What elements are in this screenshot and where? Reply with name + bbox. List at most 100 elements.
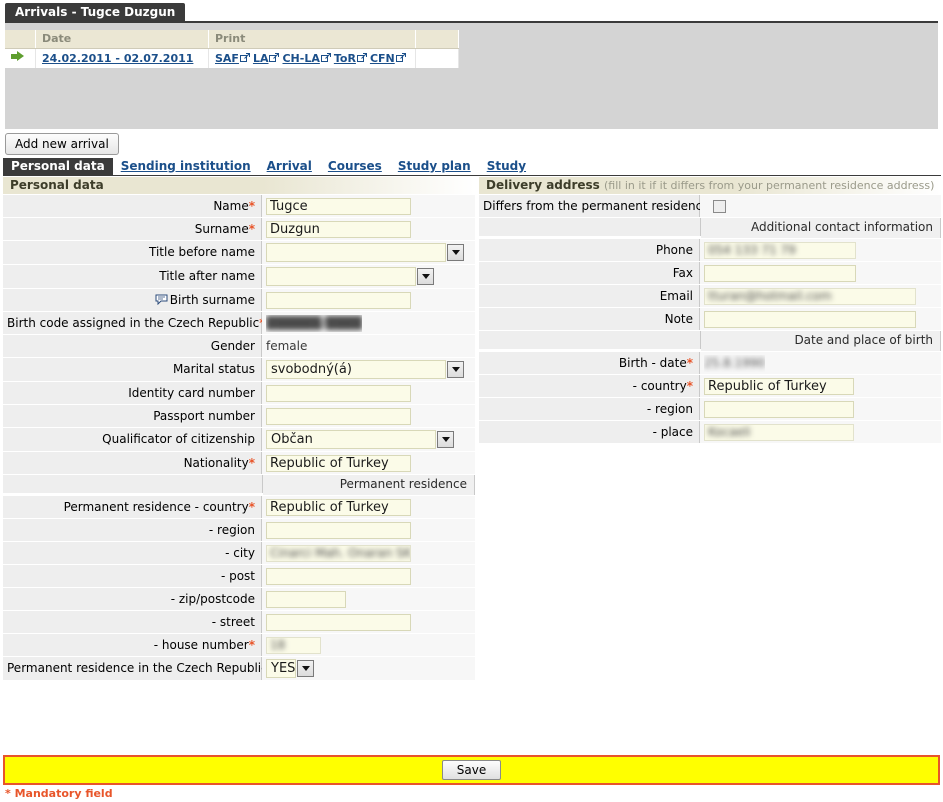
save-bar: Save [3, 755, 940, 785]
label-text: - house number [153, 638, 249, 652]
label-name: Name* [3, 195, 262, 217]
chevron-down-icon[interactable] [447, 244, 464, 261]
permanent-residence-street-input[interactable] [266, 613, 411, 631]
print-link-tor[interactable]: ToR [334, 52, 356, 65]
surname-input[interactable] [266, 220, 411, 238]
label-qualificator-of-citizenship: Qualificator of citizenship [3, 428, 262, 451]
permanent-residence-house-number-input[interactable]: 18 [266, 636, 321, 654]
trailing-cell [415, 48, 459, 68]
value-marital-status: svobodný(á) [262, 358, 475, 381]
value-birth-date: 25.8.1990 [700, 352, 941, 374]
tab-label[interactable]: Arrival [267, 159, 312, 173]
tab-courses[interactable]: Courses [320, 158, 390, 175]
permanent-residence-subheader: Permanent residence [3, 475, 475, 496]
tab-personal-data[interactable]: Personal data [3, 158, 113, 175]
table-header-row: Date Print [5, 30, 459, 49]
note-input[interactable] [704, 310, 916, 328]
arrivals-panel: Date Print 24.02.2011 - 02.07.2011 SAF LA… [5, 21, 938, 129]
value-gender: female [262, 335, 475, 357]
permanent-residence-region-input[interactable] [266, 521, 411, 539]
print-link-cfn[interactable]: CFN [370, 52, 395, 65]
field-row-qualificator-of-citizenship: Qualificator of citizenship Občan [3, 428, 475, 452]
comment-icon [155, 293, 168, 306]
chevron-down-icon[interactable] [437, 431, 454, 448]
field-row-differs-from-permanent-residence: Differs from the permanent residence [479, 195, 941, 218]
external-link-icon [356, 52, 367, 63]
birth-date-value-redacted: 25.8.1990 [704, 355, 765, 372]
save-button[interactable]: Save [441, 760, 502, 780]
identity-card-number-input[interactable] [266, 384, 411, 402]
label-permanent-residence-street: - street [3, 611, 262, 633]
birth-region-input[interactable] [704, 400, 854, 418]
subheader-spacer [3, 475, 263, 493]
nationality-input[interactable] [266, 454, 411, 472]
birth-country-input[interactable] [704, 377, 854, 395]
permanent-residence-city-input[interactable]: Cinarci Mah. Onaran SK. [266, 544, 411, 562]
external-link-icon [239, 52, 250, 63]
marital-status-select[interactable]: svobodný(á) [266, 360, 464, 379]
phone-input[interactable]: 054 133 71 79 [704, 241, 856, 259]
row-selector-cell[interactable] [5, 48, 36, 68]
redacted-text: ██████/████ [266, 316, 363, 330]
label-birth-date: Birth - date* [479, 352, 700, 374]
label-surname: Surname* [3, 218, 262, 240]
redacted-text: Kocaeli [708, 425, 751, 439]
permanent-residence-country-input[interactable] [266, 498, 411, 516]
name-input[interactable] [266, 197, 411, 215]
tab-sending-institution[interactable]: Sending institution [113, 158, 259, 175]
value-permanent-residence-house-number: 18 [262, 634, 475, 656]
arrival-date-link[interactable]: 24.02.2011 - 02.07.2011 [42, 52, 193, 65]
label-permanent-residence-region: - region [3, 519, 262, 541]
tab-label[interactable]: Study [487, 159, 526, 173]
field-row-permanent-residence-street: - street [3, 611, 475, 634]
birth-surname-input[interactable] [266, 291, 411, 309]
add-new-arrival-button[interactable]: Add new arrival [5, 133, 119, 155]
column-header-print: Print [208, 30, 416, 49]
field-row-permanent-residence-post: - post [3, 565, 475, 588]
label-birth-place: - place [479, 421, 700, 443]
tab-bar: Personal data Sending institution Arrival C… [3, 158, 941, 176]
label-text: Birth code assigned in the Czech Republi… [7, 316, 260, 330]
value-note [700, 308, 941, 330]
chevron-down-icon[interactable] [417, 268, 434, 285]
differs-checkbox[interactable] [713, 199, 726, 213]
print-link-saf[interactable]: SAF [215, 52, 239, 65]
qualificator-of-citizenship-select[interactable]: Občan [266, 430, 454, 449]
select-value: YES [266, 659, 296, 678]
value-email: tturan@hotmail.com [700, 285, 941, 307]
birth-place-input[interactable]: Kocaeli [704, 423, 854, 441]
tab-arrival[interactable]: Arrival [259, 158, 320, 175]
value-permanent-residence-post [262, 565, 475, 587]
column-header-blank [5, 30, 36, 49]
tab-label[interactable]: Sending institution [121, 159, 251, 173]
permanent-residence-in-czech-republic-select[interactable]: YES [266, 659, 314, 678]
print-link-chla[interactable]: CH-LA [282, 52, 319, 65]
value-birth-country [700, 375, 941, 397]
green-arrow-icon [11, 51, 25, 62]
chevron-down-icon[interactable] [297, 660, 314, 677]
field-row-nationality: Nationality* [3, 452, 475, 475]
tab-study[interactable]: Study [479, 158, 534, 175]
tab-study-plan[interactable]: Study plan [390, 158, 479, 175]
field-row-permanent-residence-city: - city Cinarci Mah. Onaran SK. [3, 542, 475, 565]
table-row[interactable]: 24.02.2011 - 02.07.2011 SAF LA CH-LA ToR CFN [5, 48, 459, 68]
chevron-down-icon[interactable] [447, 361, 464, 378]
permanent-residence-post-input[interactable] [266, 567, 411, 585]
print-link-la[interactable]: LA [253, 52, 269, 65]
value-nationality [262, 452, 475, 474]
permanent-residence-zip-input[interactable] [266, 590, 346, 608]
field-row-marital-status: Marital status svobodný(á) [3, 358, 475, 382]
tab-label[interactable]: Courses [328, 159, 382, 173]
label-identity-card-number: Identity card number [3, 382, 262, 404]
title-after-name-select[interactable] [266, 267, 434, 286]
email-input[interactable]: tturan@hotmail.com [704, 287, 916, 305]
tab-label[interactable]: Study plan [398, 159, 471, 173]
fax-input[interactable] [704, 264, 856, 282]
passport-number-input[interactable] [266, 407, 411, 425]
arrivals-table: Date Print 24.02.2011 - 02.07.2011 SAF LA… [5, 30, 459, 68]
redacted-text: tturan@hotmail.com [708, 289, 832, 303]
personal-data-section-header: Personal data [3, 177, 475, 195]
label-text: - country [632, 379, 687, 393]
value-title-after-name [262, 265, 475, 288]
title-before-name-select[interactable] [266, 243, 464, 262]
